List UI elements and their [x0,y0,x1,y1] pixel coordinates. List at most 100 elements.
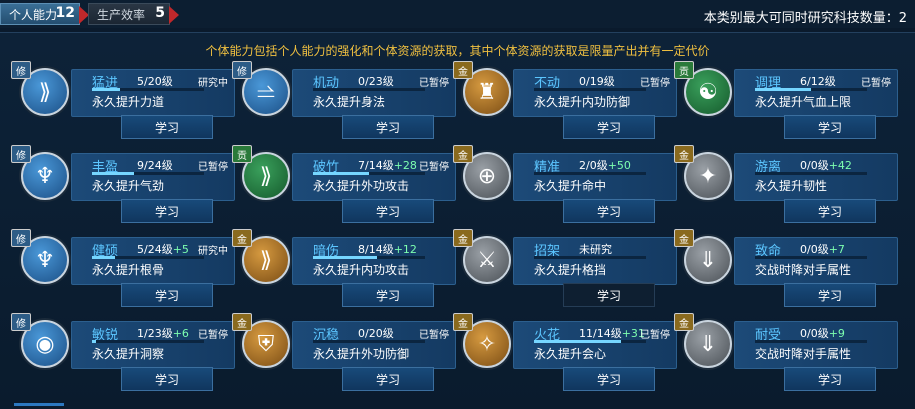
skill-level: 5/24级+5 [137,241,189,257]
skill-type-badge: 金 [232,313,252,331]
skill-level: 8/14级+12 [358,241,417,257]
skill-effect: 永久提升会心 [534,347,607,361]
skill-info: 耐受 0/0级+9 交战时降对手属性 [734,321,898,369]
skill-card[interactable]: ⟫ 贡 破竹 7/14级+28 已暂停 永久提升外功攻击 学习 [232,145,460,227]
skill-level-value: 1/23级 [137,327,173,340]
skill-progress-bar [755,340,867,343]
skill-card[interactable]: ✧ 金 火花 11/14级+31 已暂停 永久提升会心 学习 [453,313,681,395]
skill-card[interactable]: ♆ 修 健硕 5/24级+5 研究中 永久提升根骨 学习 [11,229,239,311]
skill-info: 沉稳 0/20级 已暂停 永久提升外功防御 [292,321,456,369]
learn-button[interactable]: 学习 [121,367,213,391]
learn-button[interactable]: 学习 [563,199,655,223]
skill-progress-bar [313,172,425,175]
skill-level: 未研究 [579,241,612,257]
learn-button[interactable]: 学习 [563,283,655,307]
skill-progress-bar [92,172,204,175]
skill-effect: 永久提升根骨 [92,263,165,277]
skill-type-badge: 金 [453,229,473,247]
skill-info: 不动 0/19级 已暂停 永久提升内功防御 [513,69,677,117]
skill-level: 7/14级+28 [358,157,417,173]
skill-progress-fill [92,256,116,259]
skill-type-badge: 金 [453,313,473,331]
skill-card[interactable]: ⛨ 金 沉稳 0/20级 已暂停 永久提升外功防御 学习 [232,313,460,395]
skill-effect: 永久提升外功攻击 [313,179,410,193]
skill-level-value: 0/20级 [358,327,394,340]
learn-button[interactable]: 学习 [121,115,213,139]
learn-button[interactable]: 学习 [121,199,213,223]
skill-info: 猛进 5/20级 研究中 永久提升力道 [71,69,235,117]
skill-progress-bar [92,256,204,259]
learn-button[interactable]: 学习 [342,367,434,391]
skill-card[interactable]: ⥬ 修 机动 0/23级 已暂停 永久提升身法 学习 [232,61,460,143]
skill-card[interactable]: ♜ 金 不动 0/19级 已暂停 永久提升内功防御 学习 [453,61,681,143]
skill-level-value: 9/24级 [137,159,173,172]
skill-effect: 永久提升身法 [313,95,386,109]
learn-button[interactable]: 学习 [784,115,876,139]
skill-bonus: +9 [828,327,845,340]
skill-effect: 永久提升气血上限 [755,95,852,109]
learn-button[interactable]: 学习 [563,367,655,391]
skill-progress-bar [755,88,867,91]
skill-effect: 交战时降对手属性 [755,347,852,361]
skill-level-value: 8/14级 [358,243,394,256]
skill-level: 5/20级 [137,73,173,89]
skill-bonus: +50 [607,159,631,172]
skill-progress-bar [534,256,646,259]
skill-type-badge: 金 [674,229,694,247]
skill-progress-bar [534,88,646,91]
learn-button[interactable]: 学习 [563,115,655,139]
skill-type-badge: 修 [11,145,31,163]
skill-level-value: 0/0级 [800,327,829,340]
learn-button[interactable]: 学习 [784,283,876,307]
top-bar: 个人能力 12 生产效率 5 本类别最大可同时研究科技数量：2 [0,0,915,28]
skill-level: 6/12级 [800,73,836,89]
skill-card[interactable]: ⇓ 金 耐受 0/0级+9 交战时降对手属性 学习 [674,313,902,395]
skill-card[interactable]: ✦ 金 游离 0/0级+42 永久提升韧性 学习 [674,145,902,227]
skill-bonus: +42 [828,159,852,172]
skill-card[interactable]: ⚔ 金 招架 未研究 永久提升格挡 学习 [453,229,681,311]
tab-personal-ability[interactable]: 个人能力 12 [0,3,89,25]
skill-card[interactable]: ⟫ 金 暗伤 8/14级+12 永久提升内功攻击 学习 [232,229,460,311]
learn-button[interactable]: 学习 [342,199,434,223]
skill-level: 1/23级+6 [137,325,189,341]
learn-button[interactable]: 学习 [342,115,434,139]
skill-level-value: 5/20级 [137,75,173,88]
tab-production-efficiency[interactable]: 生产效率 5 [88,3,179,25]
skill-info: 招架 未研究 永久提升格挡 [513,237,677,285]
tab-label: 生产效率 [97,7,146,22]
skill-info: 敏锐 1/23级+6 已暂停 永久提升洞察 [71,321,235,369]
skill-card[interactable]: ☯ 贡 调理 6/12级 已暂停 永久提升气血上限 学习 [674,61,902,143]
learn-button[interactable]: 学习 [784,199,876,223]
skill-card[interactable]: ◉ 修 敏锐 1/23级+6 已暂停 永久提升洞察 学习 [11,313,239,395]
skill-info: 火花 11/14级+31 已暂停 永久提升会心 [513,321,677,369]
learn-button[interactable]: 学习 [342,283,434,307]
skill-progress-bar [534,340,646,343]
learn-button[interactable]: 学习 [121,283,213,307]
capacity-text: 本类别最大可同时研究科技数量：2 [703,11,907,26]
skill-info: 机动 0/23级 已暂停 永久提升身法 [292,69,456,117]
scroll-indicator[interactable] [14,403,64,406]
skill-level-value: 5/24级 [137,243,173,256]
skill-effect: 永久提升韧性 [755,179,828,193]
skill-info: 游离 0/0级+42 永久提升韧性 [734,153,898,201]
skill-card[interactable]: ⇓ 金 致命 0/0级+7 交战时降对手属性 学习 [674,229,902,311]
skill-progress-bar [755,256,867,259]
skill-type-badge: 贡 [674,61,694,79]
skill-level: 0/0级+42 [800,157,852,173]
skill-card[interactable]: ⟫ 修 猛进 5/20级 研究中 永久提升力道 学习 [11,61,239,143]
skill-level-value: 0/19级 [579,75,615,88]
skill-bonus: +5 [172,243,189,256]
skill-effect: 永久提升内功攻击 [313,263,410,277]
skill-status: 已暂停 [419,330,449,341]
skill-card[interactable]: ⊕ 金 精准 2/0级+50 永久提升命中 学习 [453,145,681,227]
skill-effect: 交战时降对手属性 [755,263,852,277]
skill-progress-fill [92,172,134,175]
learn-button[interactable]: 学习 [784,367,876,391]
skill-card[interactable]: ♆ 修 丰盈 9/24级 已暂停 永久提升气劲 学习 [11,145,239,227]
skill-panel: 个体能力包括个人能力的强化和个体资源的获取，其中个体资源的获取是限量产出并有一定… [0,32,915,409]
skill-effect: 永久提升外功防御 [313,347,410,361]
skill-level-value: 未研究 [579,243,612,256]
skill-info: 致命 0/0级+7 交战时降对手属性 [734,237,898,285]
tab-count: 12 [55,5,75,21]
skill-type-badge: 贡 [232,145,252,163]
